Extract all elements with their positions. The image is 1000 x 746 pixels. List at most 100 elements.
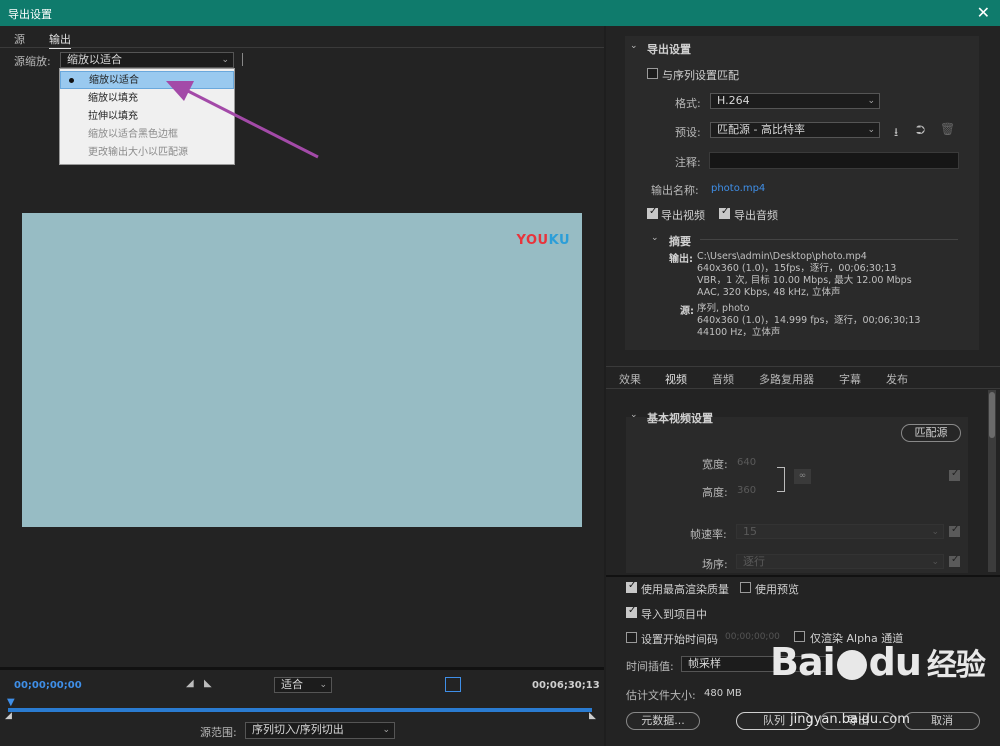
collapse-chevron-icon[interactable]: ⌄: [630, 41, 638, 51]
framerate-select[interactable]: 15 ⌄: [736, 524, 944, 539]
field-order-select[interactable]: 逐行 ⌄: [736, 554, 944, 569]
fit-select[interactable]: 适合 ⌄: [274, 677, 332, 693]
tab-publish[interactable]: 发布: [886, 371, 908, 387]
timeline-bar[interactable]: [8, 708, 592, 712]
close-icon[interactable]: ✕: [977, 3, 990, 22]
framerate-value: 15: [743, 525, 757, 538]
chevron-down-icon: ⌄: [931, 527, 939, 537]
format-label: 格式:: [675, 97, 701, 110]
import-project-checkbox[interactable]: [626, 605, 637, 618]
comment-label: 注释:: [675, 156, 701, 169]
use-preview-label: 使用预览: [755, 583, 799, 596]
chevron-down-icon: ⌄: [931, 557, 939, 567]
tab-audio[interactable]: 音频: [712, 371, 734, 387]
out-point-handle-icon[interactable]: ◣: [589, 711, 596, 721]
use-preview-checkbox[interactable]: [740, 582, 751, 593]
preset-select[interactable]: 匹配源 - 高比特率 ⌄: [710, 122, 880, 138]
link-chain-icon[interactable]: ∞: [794, 469, 811, 484]
save-preset-icon[interactable]: ⭳: [894, 123, 898, 144]
time-interpolation-label: 时间插值:: [626, 660, 674, 673]
tab-captions[interactable]: 字幕: [839, 371, 861, 387]
summary-line: AAC, 320 Kbps, 48 kHz, 立体声: [697, 287, 841, 298]
cancel-button[interactable]: 取消: [904, 712, 980, 730]
youku-logo: YOUKU: [517, 233, 570, 248]
timecode-end: 00;06;30;13: [532, 680, 600, 691]
summary-source-label: 源:: [680, 306, 694, 317]
source-scale-select[interactable]: 缩放以适合 ⌄: [60, 52, 234, 68]
selected-bullet-icon: [69, 78, 74, 83]
watermark-url: jingyan.baidu.com: [790, 712, 910, 727]
chevron-down-icon: ⌄: [867, 125, 875, 135]
field-order-label: 场序:: [702, 558, 728, 571]
export-settings-title: 导出设置: [647, 43, 691, 56]
set-in-point-icon[interactable]: ◢: [186, 678, 194, 689]
watermark-brand: Bai: [770, 640, 836, 684]
video-settings-scrollbar[interactable]: [988, 390, 996, 572]
match-sequence-label: 与序列设置匹配: [662, 69, 739, 82]
title-bar: 导出设置 ✕: [0, 0, 1000, 26]
format-value: H.264: [717, 94, 750, 107]
chevron-down-icon: ⌄: [382, 725, 390, 735]
summary-title: 摘要: [669, 235, 691, 248]
aspect-ratio-correction-icon[interactable]: [445, 677, 461, 692]
max-quality-label: 使用最高渲染质量: [641, 583, 729, 596]
output-name-link[interactable]: photo.mp4: [711, 183, 765, 194]
comment-input[interactable]: [709, 152, 959, 169]
width-height-checkbox[interactable]: [949, 468, 960, 481]
menu-item-label: 缩放以适合: [89, 75, 139, 86]
logo-part2: KU: [548, 233, 570, 248]
menu-item-label: 拉伸以填充: [88, 111, 138, 122]
summary-divider: [700, 239, 958, 240]
field-order-checkbox[interactable]: [949, 554, 960, 567]
timecode-start[interactable]: 00;00;00;00: [14, 680, 82, 691]
source-scale-value: 缩放以适合: [67, 53, 122, 66]
export-audio-label: 导出音频: [734, 209, 778, 222]
format-select[interactable]: H.264 ⌄: [710, 93, 880, 109]
set-out-point-icon[interactable]: ◣: [204, 678, 212, 689]
collapse-chevron-icon[interactable]: ⌄: [630, 410, 638, 420]
export-video-checkbox[interactable]: [647, 206, 658, 219]
import-preset-icon[interactable]: ⮊: [916, 123, 925, 138]
tabs-bottom-divider: [606, 388, 1000, 389]
summary-source-lines: 序列, photo 640x360 (1.0)，14.999 fps，逐行，00…: [697, 303, 920, 339]
import-project-label: 导入到项目中: [641, 608, 707, 621]
summary-output-lines: C:\Users\admin\Desktop\photo.mp4 640x360…: [697, 251, 912, 299]
start-timecode-checkbox[interactable]: [626, 632, 637, 643]
start-timecode-label: 设置开始时间码: [641, 633, 718, 646]
width-label: 宽度:: [702, 458, 728, 471]
summary-output-label: 输出:: [669, 254, 693, 265]
summary-line: VBR，1 次, 目标 10.00 Mbps, 最大 12.00 Mbps: [697, 275, 912, 286]
output-name-label: 输出名称:: [651, 184, 699, 197]
max-quality-checkbox[interactable]: [626, 580, 637, 593]
basic-video-title: 基本视频设置: [647, 412, 713, 425]
video-preview: YOUKU: [22, 213, 582, 527]
tabs-top-divider: [606, 366, 1000, 367]
delete-preset-icon[interactable]: 🗑: [940, 122, 955, 136]
match-source-button[interactable]: 匹配源: [901, 424, 961, 442]
source-range-select[interactable]: 序列切入/序列切出 ⌄: [245, 722, 395, 739]
export-audio-checkbox[interactable]: [719, 206, 730, 219]
source-range-value: 序列切入/序列切出: [252, 723, 344, 736]
height-label: 高度:: [702, 486, 728, 499]
scrollbar-thumb[interactable]: [989, 392, 995, 438]
tab-video[interactable]: 视频: [665, 371, 687, 389]
width-value[interactable]: 640: [737, 457, 756, 468]
cursor-caret: [242, 53, 243, 66]
preset-label: 预设:: [675, 126, 701, 139]
metadata-button[interactable]: 元数据...: [626, 712, 700, 730]
chevron-down-icon: ⌄: [319, 680, 327, 690]
timeline-divider: [0, 667, 604, 670]
summary-chevron-icon[interactable]: ⌄: [651, 233, 659, 243]
framerate-checkbox[interactable]: [949, 524, 960, 537]
summary-line: 序列, photo: [697, 303, 750, 314]
tab-source[interactable]: 源: [14, 31, 25, 47]
tab-effects[interactable]: 效果: [619, 371, 641, 387]
playhead-icon[interactable]: ▼: [7, 697, 15, 708]
in-point-handle-icon[interactable]: ◢: [5, 711, 12, 721]
file-size-label: 估计文件大小:: [626, 689, 696, 702]
match-sequence-checkbox[interactable]: [647, 68, 658, 79]
preset-value: 匹配源 - 高比特率: [717, 123, 805, 136]
tab-multiplexer[interactable]: 多路复用器: [759, 371, 814, 387]
height-value[interactable]: 360: [737, 485, 756, 496]
logo-part1: YOU: [516, 233, 549, 248]
